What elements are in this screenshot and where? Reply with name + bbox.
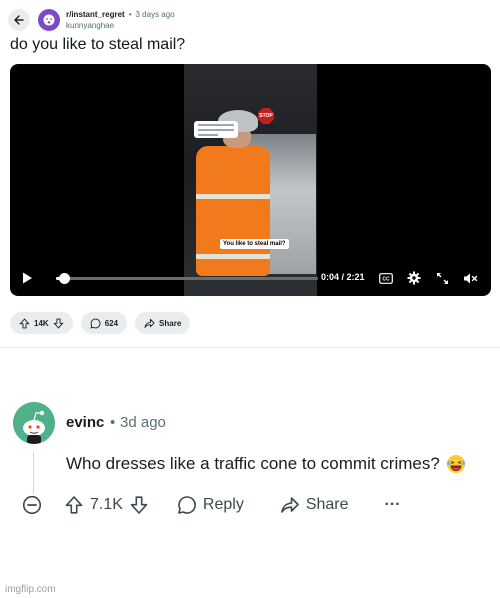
video-overlay-card — [194, 121, 238, 138]
closed-captions-icon[interactable]: CC — [378, 270, 394, 286]
comment: evinc • 3d ago Who dresses like a traffi… — [0, 380, 500, 540]
arrow-left-icon — [14, 15, 24, 25]
fullscreen-icon[interactable] — [434, 270, 450, 286]
collapse-button[interactable] — [22, 495, 42, 515]
comment-text: Who dresses like a traffic cone to commi… — [66, 454, 440, 473]
post-share-label: Share — [159, 318, 182, 328]
comment-upvote-count: 7.1K — [90, 496, 123, 513]
share-icon — [281, 497, 299, 513]
progress-bar[interactable] — [56, 273, 318, 284]
reply-button[interactable]: Reply — [177, 495, 244, 515]
comment-icon — [178, 496, 196, 514]
avatar[interactable] — [13, 402, 55, 444]
post-comment-count: 624 — [104, 318, 119, 328]
post-age: 3 days ago — [135, 10, 175, 19]
progress-thumb[interactable] — [58, 273, 70, 284]
thread-line[interactable] — [33, 452, 34, 494]
comment-age: 3d ago — [120, 414, 166, 431]
comment-action-bar: 7.1K Reply Share ··· — [22, 490, 401, 520]
divider — [0, 347, 500, 348]
play-icon[interactable] — [20, 271, 34, 285]
subreddit-name[interactable]: r/instant_regret — [66, 9, 125, 20]
gear-icon[interactable] — [406, 270, 422, 286]
watermark: imgflip.com — [5, 584, 56, 595]
video-controls: 0:04 / 2:21 CC — [10, 262, 491, 296]
post-author[interactable]: kunnyanghae — [66, 20, 175, 31]
share-icon — [144, 318, 155, 328]
reply-label: Reply — [202, 496, 244, 513]
comment-share-button[interactable]: Share — [280, 495, 349, 515]
share-label: Share — [305, 496, 349, 513]
snoo-avatar-icon — [13, 402, 55, 444]
post-header: r/instant_regret • 3 days ago kunnyangha… — [8, 6, 175, 34]
back-button[interactable] — [8, 9, 30, 31]
post-comments-button[interactable]: 624 — [80, 312, 128, 334]
video-time: 0:04 / 2:21 — [321, 272, 365, 282]
post-title[interactable]: do you like to steal mail? — [10, 36, 185, 54]
comment-body: Who dresses like a traffic cone to commi… — [66, 454, 466, 474]
svg-text:CC: CC — [382, 276, 390, 282]
downvote-icon[interactable] — [53, 318, 64, 329]
downvote-icon[interactable] — [129, 495, 149, 515]
regret-face-icon — [43, 14, 55, 26]
separator-dot: • — [110, 414, 116, 431]
upvote-icon[interactable] — [19, 317, 30, 329]
subreddit-avatar[interactable] — [38, 9, 60, 31]
post-share-button[interactable]: Share — [135, 312, 191, 334]
video-caption: You like to steal mail? — [220, 239, 289, 249]
video-player[interactable]: STOP You like to steal mail? 0:04 / 2:21… — [10, 64, 491, 296]
post-upvote-count: 14K — [34, 318, 49, 328]
laughing-emoji-icon — [446, 455, 465, 473]
post-vote-pill: 14K — [10, 312, 73, 334]
comment-vote: 7.1K — [64, 495, 149, 515]
post-card: r/instant_regret • 3 days ago kunnyangha… — [0, 0, 500, 345]
comment-author[interactable]: evinc — [66, 414, 104, 431]
post-action-bar: 14K 624 Share — [10, 312, 191, 334]
more-options-button[interactable]: ··· — [385, 496, 401, 514]
separator-dot: • — [128, 10, 132, 19]
comment-icon — [90, 318, 101, 329]
collapse-icon — [22, 495, 42, 515]
more-options-icon: ··· — [384, 496, 401, 513]
mute-icon[interactable] — [462, 270, 478, 286]
upvote-icon[interactable] — [64, 495, 84, 515]
